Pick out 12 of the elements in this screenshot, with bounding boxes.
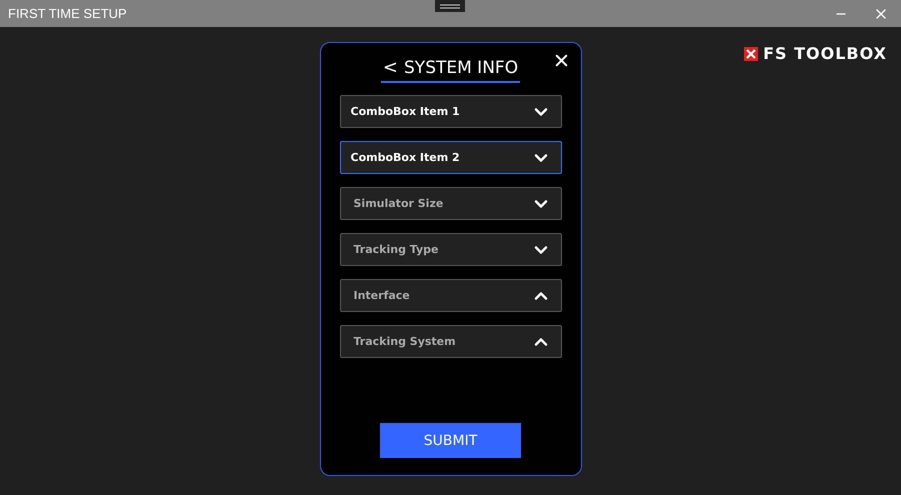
combo-box[interactable]: ComboBox Item 1 [340, 95, 562, 128]
submit-button[interactable]: SUBMIT [380, 423, 521, 458]
combo-box[interactable]: Interface [340, 279, 562, 312]
dialog-title: SYSTEM INFO [404, 58, 518, 78]
combo-box[interactable]: Tracking System [340, 325, 562, 358]
window-title: FIRST TIME SETUP [8, 6, 128, 21]
drag-handle[interactable] [435, 0, 465, 12]
combo-box[interactable]: Tracking Type [340, 233, 562, 266]
combo-box[interactable]: Simulator Size [340, 187, 562, 220]
logo-text: FS TOOLBOX [763, 44, 887, 63]
combo-box[interactable]: ComboBox Item 2 [340, 141, 562, 174]
back-button[interactable]: < [382, 57, 398, 78]
